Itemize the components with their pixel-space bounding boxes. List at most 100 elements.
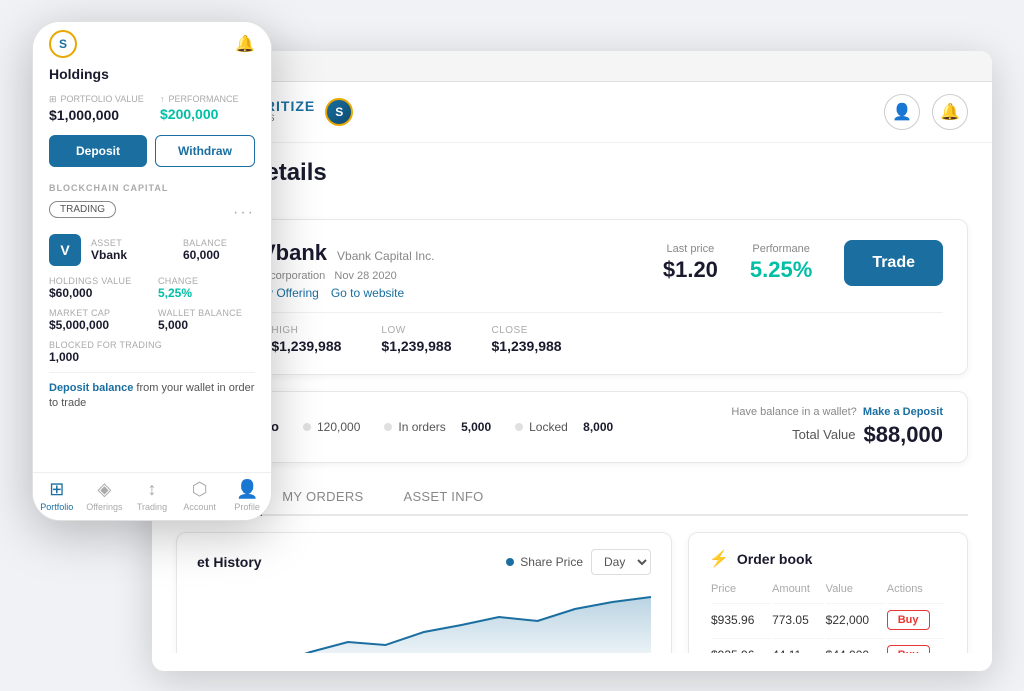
tab-my-orders[interactable]: MY ORDERS bbox=[262, 479, 383, 516]
browser-chrome bbox=[152, 51, 992, 82]
phone-withdraw-button[interactable]: Withdraw bbox=[155, 135, 255, 167]
asset-meta: Incorporation Nov 28 2020 bbox=[261, 270, 647, 282]
bell-icon[interactable]: 🔔 bbox=[932, 94, 968, 130]
orders-value: 5,000 bbox=[461, 420, 491, 434]
breadcrumb: ASSET CATALOG bbox=[176, 191, 968, 203]
asset-name-section: Vbank Vbank Capital Inc. Incorporation N… bbox=[261, 240, 647, 300]
phone-stat-row: ⊞ Portfolio Value $1,000,000 ↑ Performan… bbox=[49, 94, 255, 123]
nav-profile[interactable]: 👤 Profile bbox=[223, 479, 271, 512]
performance-label: Performane bbox=[750, 243, 812, 255]
high-label: HIGH bbox=[271, 325, 341, 336]
phone-asset-row: V ASSET Vbank BALANCE 60,000 bbox=[49, 234, 255, 266]
close-value: $1,239,988 bbox=[492, 338, 562, 354]
divider bbox=[49, 372, 255, 373]
deposit-hint-prefix: Deposit balance bbox=[49, 382, 133, 394]
chart-area bbox=[197, 587, 651, 653]
locked-dot bbox=[515, 423, 523, 431]
phone-nav: ⊞ Portfolio ◈ Offerings ↕ Trading ⬡ Acco… bbox=[33, 472, 271, 520]
trading-tag: TRADING bbox=[49, 201, 116, 218]
order-amount-2: 44.11 bbox=[772, 638, 824, 653]
locked-value: 8,000 bbox=[583, 420, 613, 434]
col-price: Price bbox=[711, 583, 770, 601]
phone-perf-stat: ↑ Performance $200,000 bbox=[160, 94, 255, 123]
wallet-link[interactable]: Make a Deposit bbox=[863, 406, 943, 418]
wallet-hint: Have balance in a wallet? Make a Deposit bbox=[731, 406, 943, 418]
phone-portfolio-value: $1,000,000 bbox=[49, 107, 144, 123]
orders-dot bbox=[384, 423, 392, 431]
asset-card: V Vbank Vbank Capital Inc. Incorporation… bbox=[176, 219, 968, 375]
profile-nav-label: Profile bbox=[234, 502, 260, 512]
offerings-nav-icon: ◈ bbox=[97, 479, 111, 500]
order-price-2: $935.96 bbox=[711, 638, 770, 653]
app-header: S SECURITIZE MARKETS S 👤 🔔 bbox=[152, 82, 992, 143]
phone-marketcap-row: MARKET CAP $5,000,000 WALLET BALANCE 5,0… bbox=[49, 308, 255, 332]
chart-panel: et History Share Price Day bbox=[176, 532, 672, 653]
holdings-value: $60,000 bbox=[49, 286, 146, 300]
change-label: CHANGE bbox=[158, 276, 255, 286]
order-row-1: $935.96 773.05 $22,000 Buy bbox=[711, 603, 945, 636]
logo-badge: S bbox=[325, 98, 353, 126]
phone-marketcap-field: MARKET CAP $5,000,000 bbox=[49, 308, 146, 332]
nav-account[interactable]: ⬡ Account bbox=[176, 479, 224, 512]
phone-section-title: Holdings bbox=[49, 66, 255, 82]
phone-asset-icon: V bbox=[49, 234, 81, 266]
phone-portfolio-stat: ⊞ Portfolio Value $1,000,000 bbox=[49, 94, 144, 123]
buy-button-2[interactable]: Buy bbox=[887, 645, 930, 653]
phone-perf-value: $200,000 bbox=[160, 106, 255, 122]
phone-bell-icon[interactable]: 🔔 bbox=[235, 34, 255, 54]
portfolio-orders: In orders 5,000 bbox=[384, 420, 491, 434]
performance-block: Performane 5.25% bbox=[750, 243, 812, 283]
portfolio-bar: our Portfolio 120,000 In orders 5,000 bbox=[176, 391, 968, 463]
portfolio-balance: 120,000 bbox=[303, 420, 360, 434]
day-select[interactable]: Day bbox=[591, 549, 651, 575]
close-stat: CLOSE $1,239,988 bbox=[492, 325, 562, 354]
tab-asset-info[interactable]: ASSET INFO bbox=[383, 479, 503, 516]
deposit-hint[interactable]: Deposit balance from your wallet in orde… bbox=[49, 381, 255, 412]
portfolio-locked: Locked 8,000 bbox=[515, 420, 613, 434]
change-value: 5,25% bbox=[158, 286, 255, 300]
trade-button[interactable]: Trade bbox=[844, 240, 943, 286]
tabs: TRADE MY ORDERS ASSET INFO bbox=[176, 479, 968, 516]
phone-balance-field: BALANCE 60,000 bbox=[183, 238, 255, 262]
asset-prices: Last price $1.20 Performane 5.25% Trade bbox=[663, 240, 943, 286]
total-value: $88,000 bbox=[863, 422, 943, 448]
phone-portfolio-label: ⊞ Portfolio Value bbox=[49, 94, 144, 105]
asset-col2-label: BALANCE bbox=[183, 238, 255, 248]
last-price-label: Last price bbox=[663, 243, 718, 255]
chart-title: et History bbox=[197, 554, 262, 570]
trading-nav-icon: ↕ bbox=[147, 479, 156, 500]
order-value-2: $44,000 bbox=[826, 638, 885, 653]
locked-label: Locked bbox=[529, 420, 568, 434]
phone-deposit-button[interactable]: Deposit bbox=[49, 135, 147, 167]
profile-nav-icon: 👤 bbox=[236, 479, 258, 500]
bottom-panels: et History Share Price Day bbox=[176, 532, 968, 653]
low-value: $1,239,988 bbox=[381, 338, 451, 354]
page-title: Asset Details bbox=[176, 159, 968, 187]
three-dots[interactable]: ··· bbox=[233, 204, 255, 222]
total-label: Total Value bbox=[792, 427, 855, 442]
high-value: $1,239,988 bbox=[271, 338, 341, 354]
nav-trading[interactable]: ↕ Trading bbox=[128, 479, 176, 512]
account-nav-label: Account bbox=[183, 502, 216, 512]
col-amount: Amount bbox=[772, 583, 824, 601]
portfolio-nav-icon: ⊞ bbox=[49, 479, 64, 500]
wallet-hint-text: Have balance in a wallet? bbox=[731, 406, 856, 418]
buy-button-1[interactable]: Buy bbox=[887, 610, 930, 630]
portfolio-items: 120,000 In orders 5,000 Locked 8,000 bbox=[303, 420, 707, 434]
marketcap-value: $5,000,000 bbox=[49, 318, 146, 332]
order-table: Price Amount Value Actions $935.96 773.0… bbox=[709, 581, 947, 653]
holdings-label: HOLDINGS VALUE bbox=[49, 276, 146, 286]
asset-company: Vbank Capital Inc. bbox=[337, 249, 434, 263]
asset-col1-label: ASSET bbox=[91, 238, 163, 248]
phone-change-field: CHANGE 5,25% bbox=[158, 276, 255, 300]
asset-links: Jy Offering Go to website bbox=[261, 286, 647, 300]
nav-portfolio[interactable]: ⊞ Portfolio bbox=[33, 479, 81, 512]
user-icon[interactable]: 👤 bbox=[884, 94, 920, 130]
wallet-value: 5,000 bbox=[158, 318, 255, 332]
mobile-phone: S 🔔 Holdings ⊞ Portfolio Value $1,000,00… bbox=[32, 21, 272, 521]
nav-offerings[interactable]: ◈ Offerings bbox=[81, 479, 129, 512]
website-link[interactable]: Go to website bbox=[331, 286, 404, 300]
chart-header: et History Share Price Day bbox=[197, 549, 651, 575]
legend-dot bbox=[506, 558, 514, 566]
chart-controls: Share Price Day bbox=[506, 549, 651, 575]
